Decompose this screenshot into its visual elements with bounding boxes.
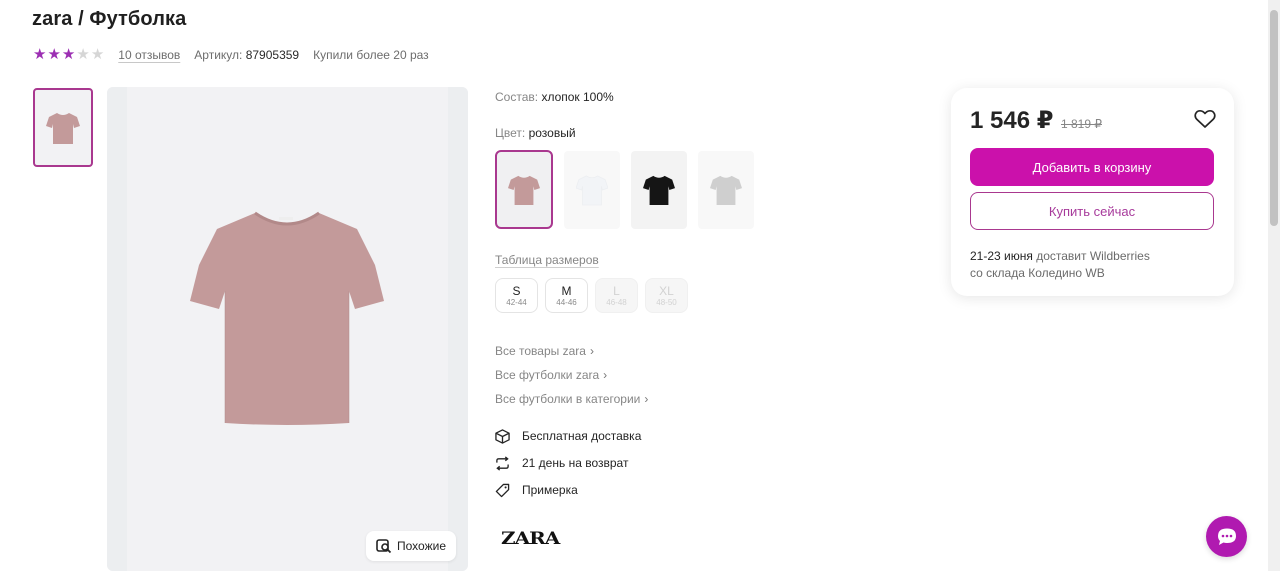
scrollbar-thumb[interactable] <box>1270 10 1278 226</box>
delivery-info: 21-23 июня доставит Wildberries со склад… <box>970 249 1150 280</box>
feature-return: 21 день на возврат <box>495 455 641 471</box>
buy-box: 1 546 ₽ 1 819 ₽ Добавить в корзину Купит… <box>951 88 1234 296</box>
similar-button[interactable]: Похожие <box>366 531 456 561</box>
purchase-count: Купили более 20 раз <box>313 48 429 62</box>
tshirt-image <box>190 211 384 425</box>
size-table-link[interactable]: Таблица размеров <box>495 253 599 267</box>
add-to-cart-button[interactable]: Добавить в корзину <box>970 148 1214 186</box>
tshirt-black-icon <box>643 175 675 206</box>
star-icon: ★ <box>61 46 76 63</box>
star-icon: ★ <box>76 46 90 63</box>
color-swatch-grey[interactable] <box>698 151 754 229</box>
article-number: Артикул: 87905359 <box>194 48 300 62</box>
color-swatch-white[interactable] <box>564 151 620 229</box>
size-option-m[interactable]: M 44-46 <box>545 278 588 313</box>
color-line: Цвет: розовый <box>495 126 576 140</box>
feature-fitting: Примерка <box>495 482 641 498</box>
current-price: 1 546 ₽ <box>970 107 1054 134</box>
star-icon: ★ <box>47 46 61 63</box>
delivery-date: 21-23 июня <box>970 249 1033 263</box>
reviews-link[interactable]: 10 отзывов <box>118 48 180 62</box>
buy-now-button[interactable]: Купить сейчас <box>970 192 1214 230</box>
old-price: 1 819 ₽ <box>1061 117 1102 131</box>
brand-logo[interactable]: ZARA <box>501 528 560 548</box>
color-swatches <box>495 150 754 229</box>
return-arrows-icon <box>496 455 509 471</box>
tshirt-white-icon <box>576 175 608 206</box>
page-scrollbar[interactable] <box>1268 0 1280 571</box>
chevron-right-icon: › <box>603 367 608 382</box>
product-title: zara / Футболка <box>32 8 187 30</box>
brand-tshirts-link[interactable]: Все футболки zara › <box>495 367 648 382</box>
tshirt-grey-icon <box>710 175 742 206</box>
main-product-image[interactable]: Похожие <box>107 87 468 571</box>
favorite-button[interactable] <box>1194 109 1216 134</box>
box-icon <box>495 428 510 444</box>
product-meta: ★ ★ ★ ★ ★ 10 отзывов Артикул: 87905359 К… <box>33 47 429 63</box>
star-icon: ★ <box>33 46 47 63</box>
delivery-warehouse: со склада Коледино WB <box>970 266 1105 280</box>
all-brand-products-link[interactable]: Все товары zara › <box>495 343 648 358</box>
color-swatch-pink[interactable] <box>495 150 553 229</box>
size-option-s[interactable]: S 42-44 <box>495 278 538 313</box>
tshirt-thumbnail-image <box>46 112 80 144</box>
brand-links: Все товары zara › Все футболки zara › Все … <box>495 343 648 406</box>
chevron-right-icon: › <box>589 343 594 358</box>
feature-list: Бесплатная доставка 21 день на возврат П… <box>495 428 641 498</box>
size-selector: S 42-44 M 44-46 L 46-48 XL 48-50 <box>495 278 688 313</box>
category-tshirts-link[interactable]: Все футболки в категории › <box>495 391 648 406</box>
chat-button[interactable] <box>1206 516 1247 557</box>
feature-free-delivery: Бесплатная доставка <box>495 428 641 444</box>
tag-icon <box>495 483 510 497</box>
composition: Состав: хлопок 100% <box>495 90 614 104</box>
star-icon: ★ <box>90 46 105 63</box>
size-option-l: L 46-48 <box>595 278 638 313</box>
similar-search-icon <box>376 539 392 554</box>
chevron-right-icon: › <box>644 391 649 406</box>
chat-bubble-icon <box>1217 528 1236 545</box>
size-option-xl: XL 48-50 <box>645 278 688 313</box>
gallery-thumbnail[interactable] <box>33 88 93 167</box>
tshirt-pink-icon <box>508 175 540 205</box>
color-swatch-black[interactable] <box>631 151 687 229</box>
heart-icon <box>1194 109 1216 128</box>
rating-stars: ★ ★ ★ ★ ★ <box>33 47 104 63</box>
